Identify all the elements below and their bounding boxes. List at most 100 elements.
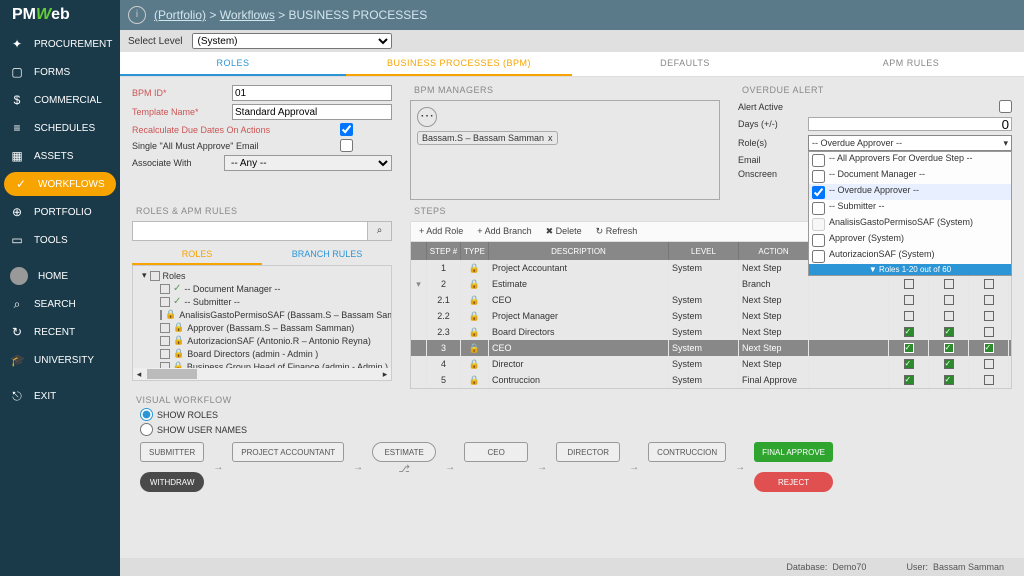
single-approve-checkbox[interactable]: [340, 139, 353, 152]
roles-search-input[interactable]: [132, 221, 368, 241]
refresh-button[interactable]: ↻ Refresh: [590, 224, 644, 239]
flow-node-submitter[interactable]: SUBMITTER: [140, 442, 204, 462]
roles-tab[interactable]: ROLES: [132, 245, 262, 265]
arrow-icon: →: [212, 462, 224, 473]
breadcrumb: (Portfolio) > Workflows > BUSINESS PROCE…: [154, 8, 427, 22]
breadcrumb-workflows[interactable]: Workflows: [220, 8, 275, 22]
search-icon: ⌕: [10, 297, 24, 312]
roles-tree[interactable]: ▾Roles ✓-- Document Manager -- ✓-- Submi…: [132, 265, 392, 381]
flow-node-contruccion[interactable]: CONTRUCCION: [648, 442, 726, 462]
nav-procurement[interactable]: ✦PROCUREMENT: [0, 30, 120, 58]
recalc-checkbox[interactable]: [340, 123, 353, 136]
exit-icon: ⎋: [10, 389, 24, 404]
select-level-label: Select Level: [128, 36, 182, 47]
template-name-label: Template Name*: [132, 107, 232, 117]
arrow-icon: →: [352, 462, 364, 473]
arrow-icon: →: [444, 462, 456, 473]
lock-icon: 🔒: [165, 309, 176, 320]
flow-node-reject[interactable]: REJECT: [754, 472, 833, 492]
bpm-id-input[interactable]: [232, 85, 392, 101]
info-icon[interactable]: i: [128, 6, 146, 24]
nav-commercial[interactable]: $COMMERCIAL: [0, 86, 120, 114]
chip-remove-icon[interactable]: x: [548, 133, 553, 143]
breadcrumb-current: BUSINESS PROCESSES: [289, 8, 428, 22]
add-branch-button[interactable]: + Add Branch: [471, 224, 537, 239]
flow-node-withdraw[interactable]: WITHDRAW: [140, 472, 204, 492]
roles-option[interactable]: -- Overdue Approver --: [809, 184, 1011, 200]
roles-option[interactable]: -- Document Manager --: [809, 168, 1011, 184]
roles-option[interactable]: Approver (System): [809, 232, 1011, 248]
tab-apm-rules[interactable]: APM RULES: [798, 52, 1024, 76]
arrow-icon: →: [536, 462, 548, 473]
dollar-icon: $: [10, 93, 24, 107]
topbar: PMWeb i (Portfolio) > Workflows > BUSINE…: [0, 0, 1024, 30]
table-row[interactable]: 2.1🔒CEOSystemNext Step: [411, 292, 1011, 308]
delete-button[interactable]: ✖ Delete: [540, 224, 588, 239]
nav-recent[interactable]: ↻RECENT: [0, 318, 120, 346]
email-label: Email: [738, 155, 808, 165]
roles-dropdown-footer: ▼ Roles 1-20 out of 60: [809, 264, 1011, 275]
nav-forms[interactable]: ▢FORMS: [0, 58, 120, 86]
branch-rules-tab[interactable]: BRANCH RULES: [262, 245, 392, 265]
table-row[interactable]: 4🔒DirectorSystemNext Step: [411, 356, 1011, 372]
select-level-row: Select Level (System): [120, 30, 1024, 52]
bpm-manager-chip: Bassam.S – Bassam Sammanx: [417, 131, 558, 145]
top-tabs: ROLES BUSINESS PROCESSES (BPM) DEFAULTS …: [120, 52, 1024, 77]
tab-roles[interactable]: ROLES: [120, 52, 346, 76]
roles-option[interactable]: -- Submitter --: [809, 200, 1011, 216]
nav-workflows[interactable]: ✓WORKFLOWS: [4, 172, 116, 196]
alert-active-label: Alert Active: [738, 102, 808, 112]
grad-icon: 🎓: [10, 353, 24, 367]
flow-node-estimate[interactable]: ESTIMATE: [372, 442, 436, 462]
add-role-button[interactable]: + Add Role: [413, 224, 469, 239]
days-label: Days (+/-): [738, 119, 808, 129]
flow-node-director[interactable]: DIRECTOR: [556, 442, 620, 462]
nav-tools[interactable]: ▭TOOLS: [0, 226, 120, 254]
nav-home[interactable]: HOME: [0, 262, 120, 290]
nav-assets[interactable]: ▦ASSETS: [0, 142, 120, 170]
branch-icon: ⎇: [398, 464, 410, 475]
roles-search-button[interactable]: ⌕: [368, 221, 392, 241]
roles-option[interactable]: AnalisisGastoPermisoSAF (System): [809, 216, 1011, 232]
flow-node-final-approve[interactable]: FINAL APPROVE: [754, 442, 833, 462]
logo: PMWeb: [0, 0, 120, 30]
table-row[interactable]: 2.3🔒Board DirectorsSystemNext Step: [411, 324, 1011, 340]
tab-bpm[interactable]: BUSINESS PROCESSES (BPM): [346, 52, 572, 76]
nav-search[interactable]: ⌕SEARCH: [0, 290, 120, 318]
days-input[interactable]: [808, 117, 1012, 131]
onscreen-label: Onscreen: [738, 169, 808, 179]
bpm-managers-legend: BPM MANAGERS: [410, 85, 498, 95]
roles-label: Role(s): [738, 138, 808, 148]
alert-active-checkbox[interactable]: [999, 100, 1012, 113]
tab-defaults[interactable]: DEFAULTS: [572, 52, 798, 76]
roles-option[interactable]: -- All Approvers For Overdue Step --: [809, 152, 1011, 168]
flow-node-ceo[interactable]: CEO: [464, 442, 528, 462]
table-row[interactable]: 5🔒ContruccionSystemFinal Approve: [411, 372, 1011, 388]
lock-icon: 🔒: [173, 322, 184, 333]
show-users-label: SHOW USER NAMES: [157, 425, 247, 435]
roles-dropdown-list: -- All Approvers For Overdue Step -- -- …: [808, 151, 1012, 276]
show-roles-radio[interactable]: [140, 408, 153, 421]
table-row[interactable]: ▾2🔒EstimateBranch: [411, 276, 1011, 292]
roles-dropdown[interactable]: -- Overdue Approver --▾ -- All Approvers…: [808, 135, 1012, 151]
clock-icon: ↻: [10, 325, 24, 339]
associate-with-select[interactable]: -- Any --: [224, 155, 392, 171]
collapse-icon[interactable]: ▾: [142, 270, 147, 281]
bpm-managers-picker-button[interactable]: ⋯: [417, 107, 437, 127]
nav-schedules[interactable]: ≡SCHEDULES: [0, 114, 120, 142]
nav-exit[interactable]: ⎋EXIT: [0, 382, 120, 410]
lock-icon: 🔒: [173, 335, 184, 346]
visual-workflow-legend: VISUAL WORKFLOW: [132, 395, 236, 405]
breadcrumb-portfolio[interactable]: (Portfolio): [154, 8, 206, 22]
table-row[interactable]: 2.2🔒Project ManagerSystemNext Step: [411, 308, 1011, 324]
roles-option[interactable]: AutorizacionSAF (System): [809, 248, 1011, 264]
briefcase-icon: ▭: [10, 233, 24, 247]
nav-university[interactable]: 🎓UNIVERSITY: [0, 346, 120, 374]
flow-node-project-accountant[interactable]: PROJECT ACCOUNTANT: [232, 442, 344, 462]
select-level-dropdown[interactable]: (System): [192, 33, 392, 49]
template-name-input[interactable]: [232, 104, 392, 120]
show-users-radio[interactable]: [140, 423, 153, 436]
table-row[interactable]: 3🔒CEOSystemNext Step: [411, 340, 1011, 356]
tree-scrollbar[interactable]: ◂▸: [133, 368, 391, 380]
nav-portfolio[interactable]: ⊕PORTFOLIO: [0, 198, 120, 226]
